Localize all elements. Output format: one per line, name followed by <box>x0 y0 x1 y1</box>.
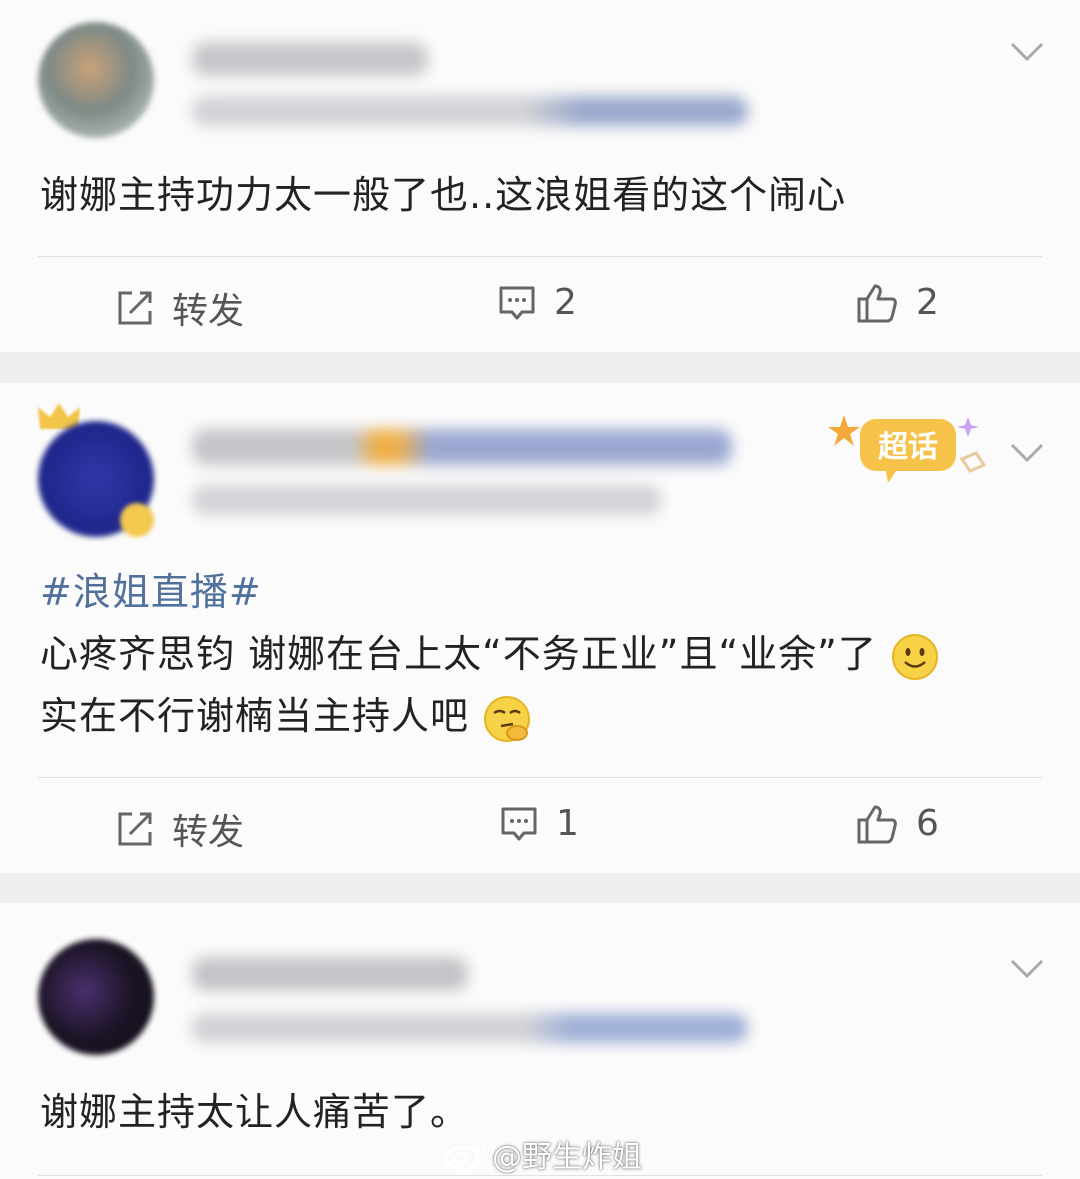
vip-badge-icon <box>120 503 154 537</box>
meta-blurred <box>192 485 662 515</box>
thumbs-up-icon <box>857 805 897 843</box>
comment-count: 1 <box>556 803 579 844</box>
topic-link[interactable]: #浪姐直播# <box>40 561 939 623</box>
chevron-down-icon[interactable] <box>1010 957 1044 981</box>
comment-card: 超话 #浪姐直播# 心疼齐思钧 谢娜在台上太“不务正业”且“业余”了 实在不行谢… <box>0 383 1080 873</box>
badge-label: 超话 <box>878 430 938 465</box>
comment-line: 实在不行谢楠当主持人吧 <box>40 685 939 747</box>
repost-icon <box>118 291 152 325</box>
meta-blurred <box>192 96 748 126</box>
watermark-text: @野生炸姐 <box>492 1140 642 1175</box>
like-count: 2 <box>916 282 939 323</box>
comment-line-text: 心疼齐思钧 谢娜在台上太“不务正业”且“业余”了 <box>40 632 877 676</box>
smile-emoji-icon <box>891 633 938 680</box>
like-count: 6 <box>916 803 939 844</box>
comment-card: 谢娜主持功力太一般了也..这浪姐看的这个闹心 转发 2 2 <box>0 0 1080 352</box>
avatar[interactable] <box>38 939 154 1055</box>
username-blurred[interactable] <box>192 42 428 76</box>
repost-icon <box>118 812 152 846</box>
comment-icon <box>499 286 535 319</box>
meta-blurred <box>192 1013 748 1043</box>
comment-line-text: 实在不行谢楠当主持人吧 <box>40 694 470 738</box>
repost-label: 转发 <box>172 812 245 853</box>
watermark: @野生炸姐 <box>444 1132 642 1176</box>
like-button[interactable]: 6 <box>856 803 939 844</box>
repost-button[interactable]: 转发 <box>116 282 244 334</box>
comment-button[interactable]: 1 <box>500 803 579 844</box>
weibo-logo-icon <box>444 1139 486 1171</box>
thinking-emoji-icon <box>484 695 531 742</box>
like-button[interactable]: 2 <box>856 282 939 323</box>
chevron-down-icon[interactable] <box>1010 441 1044 465</box>
avatar[interactable] <box>38 22 154 138</box>
super-topic-badge[interactable]: 超话 <box>826 407 996 487</box>
chevron-down-icon[interactable] <box>1010 40 1044 64</box>
repost-button[interactable]: 转发 <box>116 803 244 855</box>
username-blurred[interactable] <box>192 957 468 991</box>
username-blurred[interactable] <box>192 429 732 465</box>
divider <box>38 777 1042 778</box>
repost-label: 转发 <box>172 291 245 332</box>
comment-text: #浪姐直播# 心疼齐思钧 谢娜在台上太“不务正业”且“业余”了 实在不行谢楠当主… <box>40 561 939 747</box>
thumbs-up-icon <box>857 284 897 322</box>
comment-line: 心疼齐思钧 谢娜在台上太“不务正业”且“业余”了 <box>40 623 939 685</box>
comment-button[interactable]: 2 <box>498 282 577 323</box>
comment-text: 谢娜主持太让人痛苦了。 <box>40 1090 470 1134</box>
comment-text: 谢娜主持功力太一般了也..这浪姐看的这个闹心 <box>40 173 847 217</box>
comment-count: 2 <box>554 282 577 323</box>
comment-icon <box>501 807 537 840</box>
divider <box>38 256 1042 257</box>
